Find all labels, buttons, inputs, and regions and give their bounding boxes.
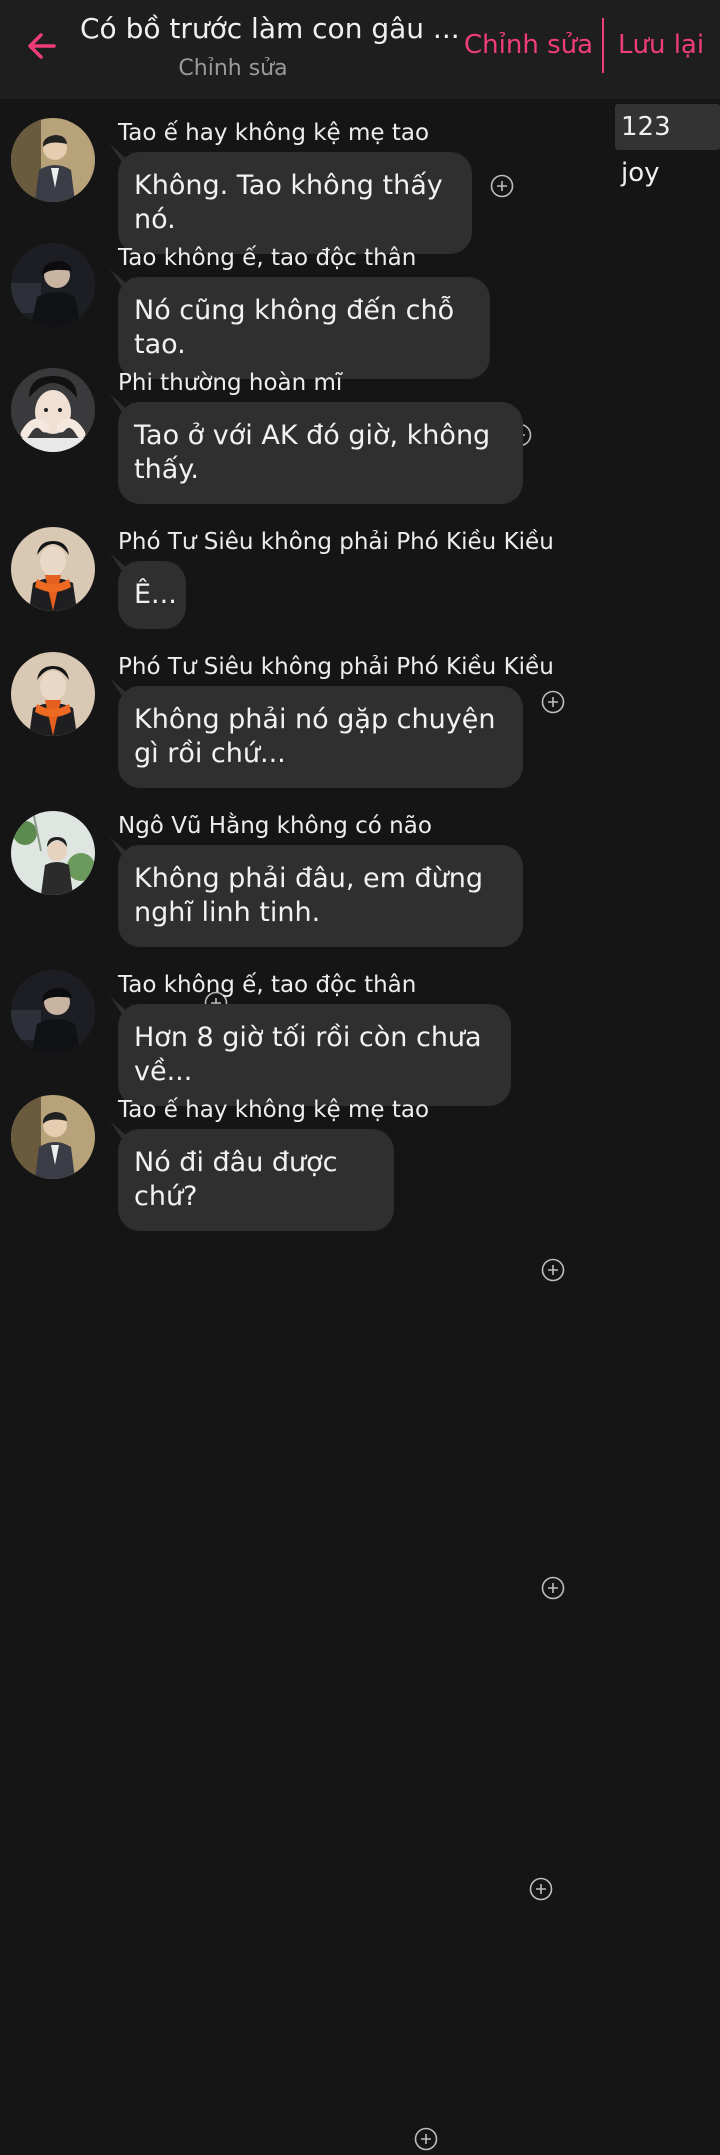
sender-name: Tao không ế, tao độc thân bbox=[118, 245, 417, 271]
sender-name: Tao ế hay không kệ mẹ tao bbox=[118, 120, 430, 146]
sender-name: Phó Tư Siêu không phải Phó Kiều Kiều bbox=[118, 654, 554, 680]
back-arrow-icon[interactable] bbox=[20, 24, 64, 68]
message-bubble[interactable]: Nó đi đâu được chứ? bbox=[118, 1129, 394, 1231]
sender-name: Ngô Vũ Hằng không có não bbox=[118, 813, 432, 839]
sender-name: Phi thường hoàn mĩ bbox=[118, 370, 343, 396]
message-bubble[interactable]: Không phải đâu, em đừng nghĩ linh tinh. bbox=[118, 845, 523, 947]
avatar-garden[interactable] bbox=[11, 811, 95, 895]
top-bar: Có bồ trước làm con gâu ... Chỉnh sửa Ch… bbox=[0, 0, 720, 99]
header-divider bbox=[602, 18, 604, 73]
message-bubble[interactable]: Không. Tao không thấy nó. bbox=[118, 152, 472, 254]
add-reaction-icon[interactable] bbox=[541, 1258, 565, 1282]
avatar-face-hands[interactable] bbox=[11, 368, 95, 452]
save-button[interactable]: Lưu lại bbox=[618, 30, 704, 60]
message-bubble[interactable]: Ê... bbox=[118, 561, 186, 629]
edit-button[interactable]: Chỉnh sửa bbox=[464, 30, 593, 60]
avatar-orange-scarf[interactable] bbox=[11, 652, 95, 736]
avatar-man-suit[interactable] bbox=[11, 1095, 95, 1179]
sender-name: Tao không ế, tao độc thân bbox=[118, 972, 417, 998]
add-reaction-icon[interactable] bbox=[541, 1576, 565, 1600]
avatar-dark-figure[interactable] bbox=[11, 970, 95, 1054]
avatar-dark-figure[interactable] bbox=[11, 243, 95, 327]
add-reaction-icon[interactable] bbox=[529, 1877, 553, 1901]
message-bubble[interactable]: Tao ở với AK đó giờ, không thấy. bbox=[118, 402, 523, 504]
avatar-man-suit[interactable] bbox=[11, 118, 95, 202]
add-reaction-icon[interactable] bbox=[490, 174, 514, 198]
add-reaction-icon[interactable] bbox=[541, 690, 565, 714]
message-bubble[interactable]: Hơn 8 giờ tối rồi còn chưa về... bbox=[118, 1004, 511, 1106]
add-reaction-icon[interactable] bbox=[414, 2127, 438, 2151]
message-bubble[interactable]: Không phải nó gặp chuyện gì rồi chứ... bbox=[118, 686, 523, 788]
joy-count-badge[interactable]: 123 joy bbox=[615, 104, 720, 188]
message-bubble[interactable]: Nó cũng không đến chỗ tao. bbox=[118, 277, 490, 379]
avatar-orange-scarf[interactable] bbox=[11, 527, 95, 611]
sender-name: Tao ế hay không kệ mẹ tao bbox=[118, 1097, 430, 1123]
sender-name: Phó Tư Siêu không phải Phó Kiều Kiều bbox=[118, 529, 554, 555]
chat-subtitle: Chỉnh sửa bbox=[178, 56, 288, 81]
chat-title: Có bồ trước làm con gâu ... bbox=[80, 12, 460, 45]
